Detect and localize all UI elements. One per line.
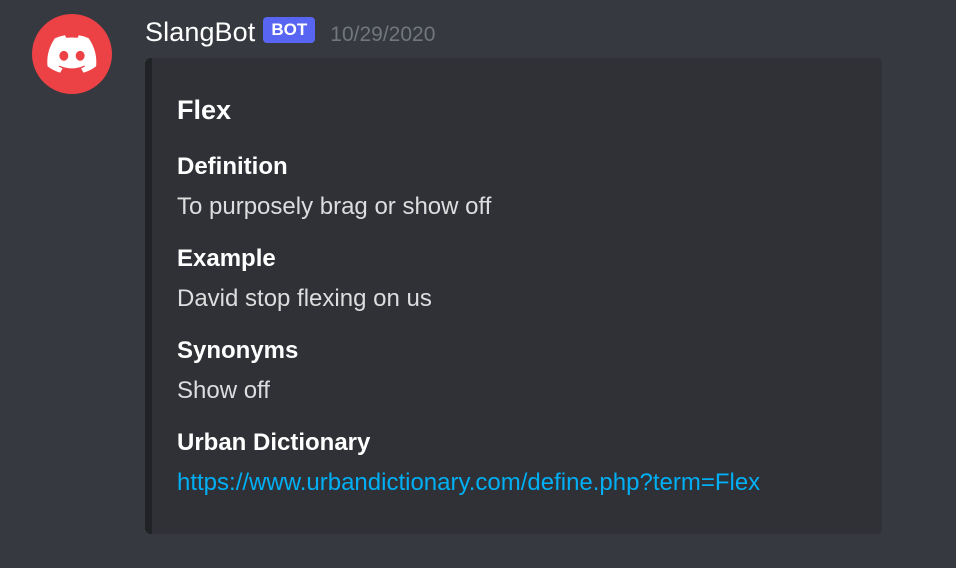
username[interactable]: SlangBot (145, 17, 255, 48)
field-name: Urban Dictionary (177, 429, 371, 456)
field-definition: Definition To purposely brag or show off (177, 152, 491, 222)
message-header: SlangBot BOT 10/29/2020 (145, 14, 435, 50)
field-example: Example David stop flexing on us (177, 244, 432, 314)
field-urban-dictionary: Urban Dictionary https://www.urbandictio… (177, 428, 760, 498)
timestamp: 10/29/2020 (330, 23, 436, 46)
embed: Flex Definition To purposely brag or sho… (145, 58, 882, 534)
field-name: Synonyms (177, 337, 299, 364)
field-name: Example (177, 245, 276, 272)
discord-logo-icon (47, 35, 97, 73)
field-synonyms: Synonyms Show off (177, 336, 298, 406)
urban-dictionary-link[interactable]: https://www.urbandictionary.com/define.p… (177, 468, 760, 498)
field-value: To purposely brag or show off (177, 193, 492, 220)
field-value: David stop flexing on us (177, 285, 432, 312)
field-name: Definition (177, 153, 288, 180)
field-value: Show off (177, 377, 270, 404)
avatar[interactable] (32, 14, 112, 94)
chat-message: SlangBot BOT 10/29/2020 Flex Definition … (0, 0, 956, 568)
bot-badge: BOT (263, 17, 316, 43)
embed-title: Flex (177, 95, 232, 125)
